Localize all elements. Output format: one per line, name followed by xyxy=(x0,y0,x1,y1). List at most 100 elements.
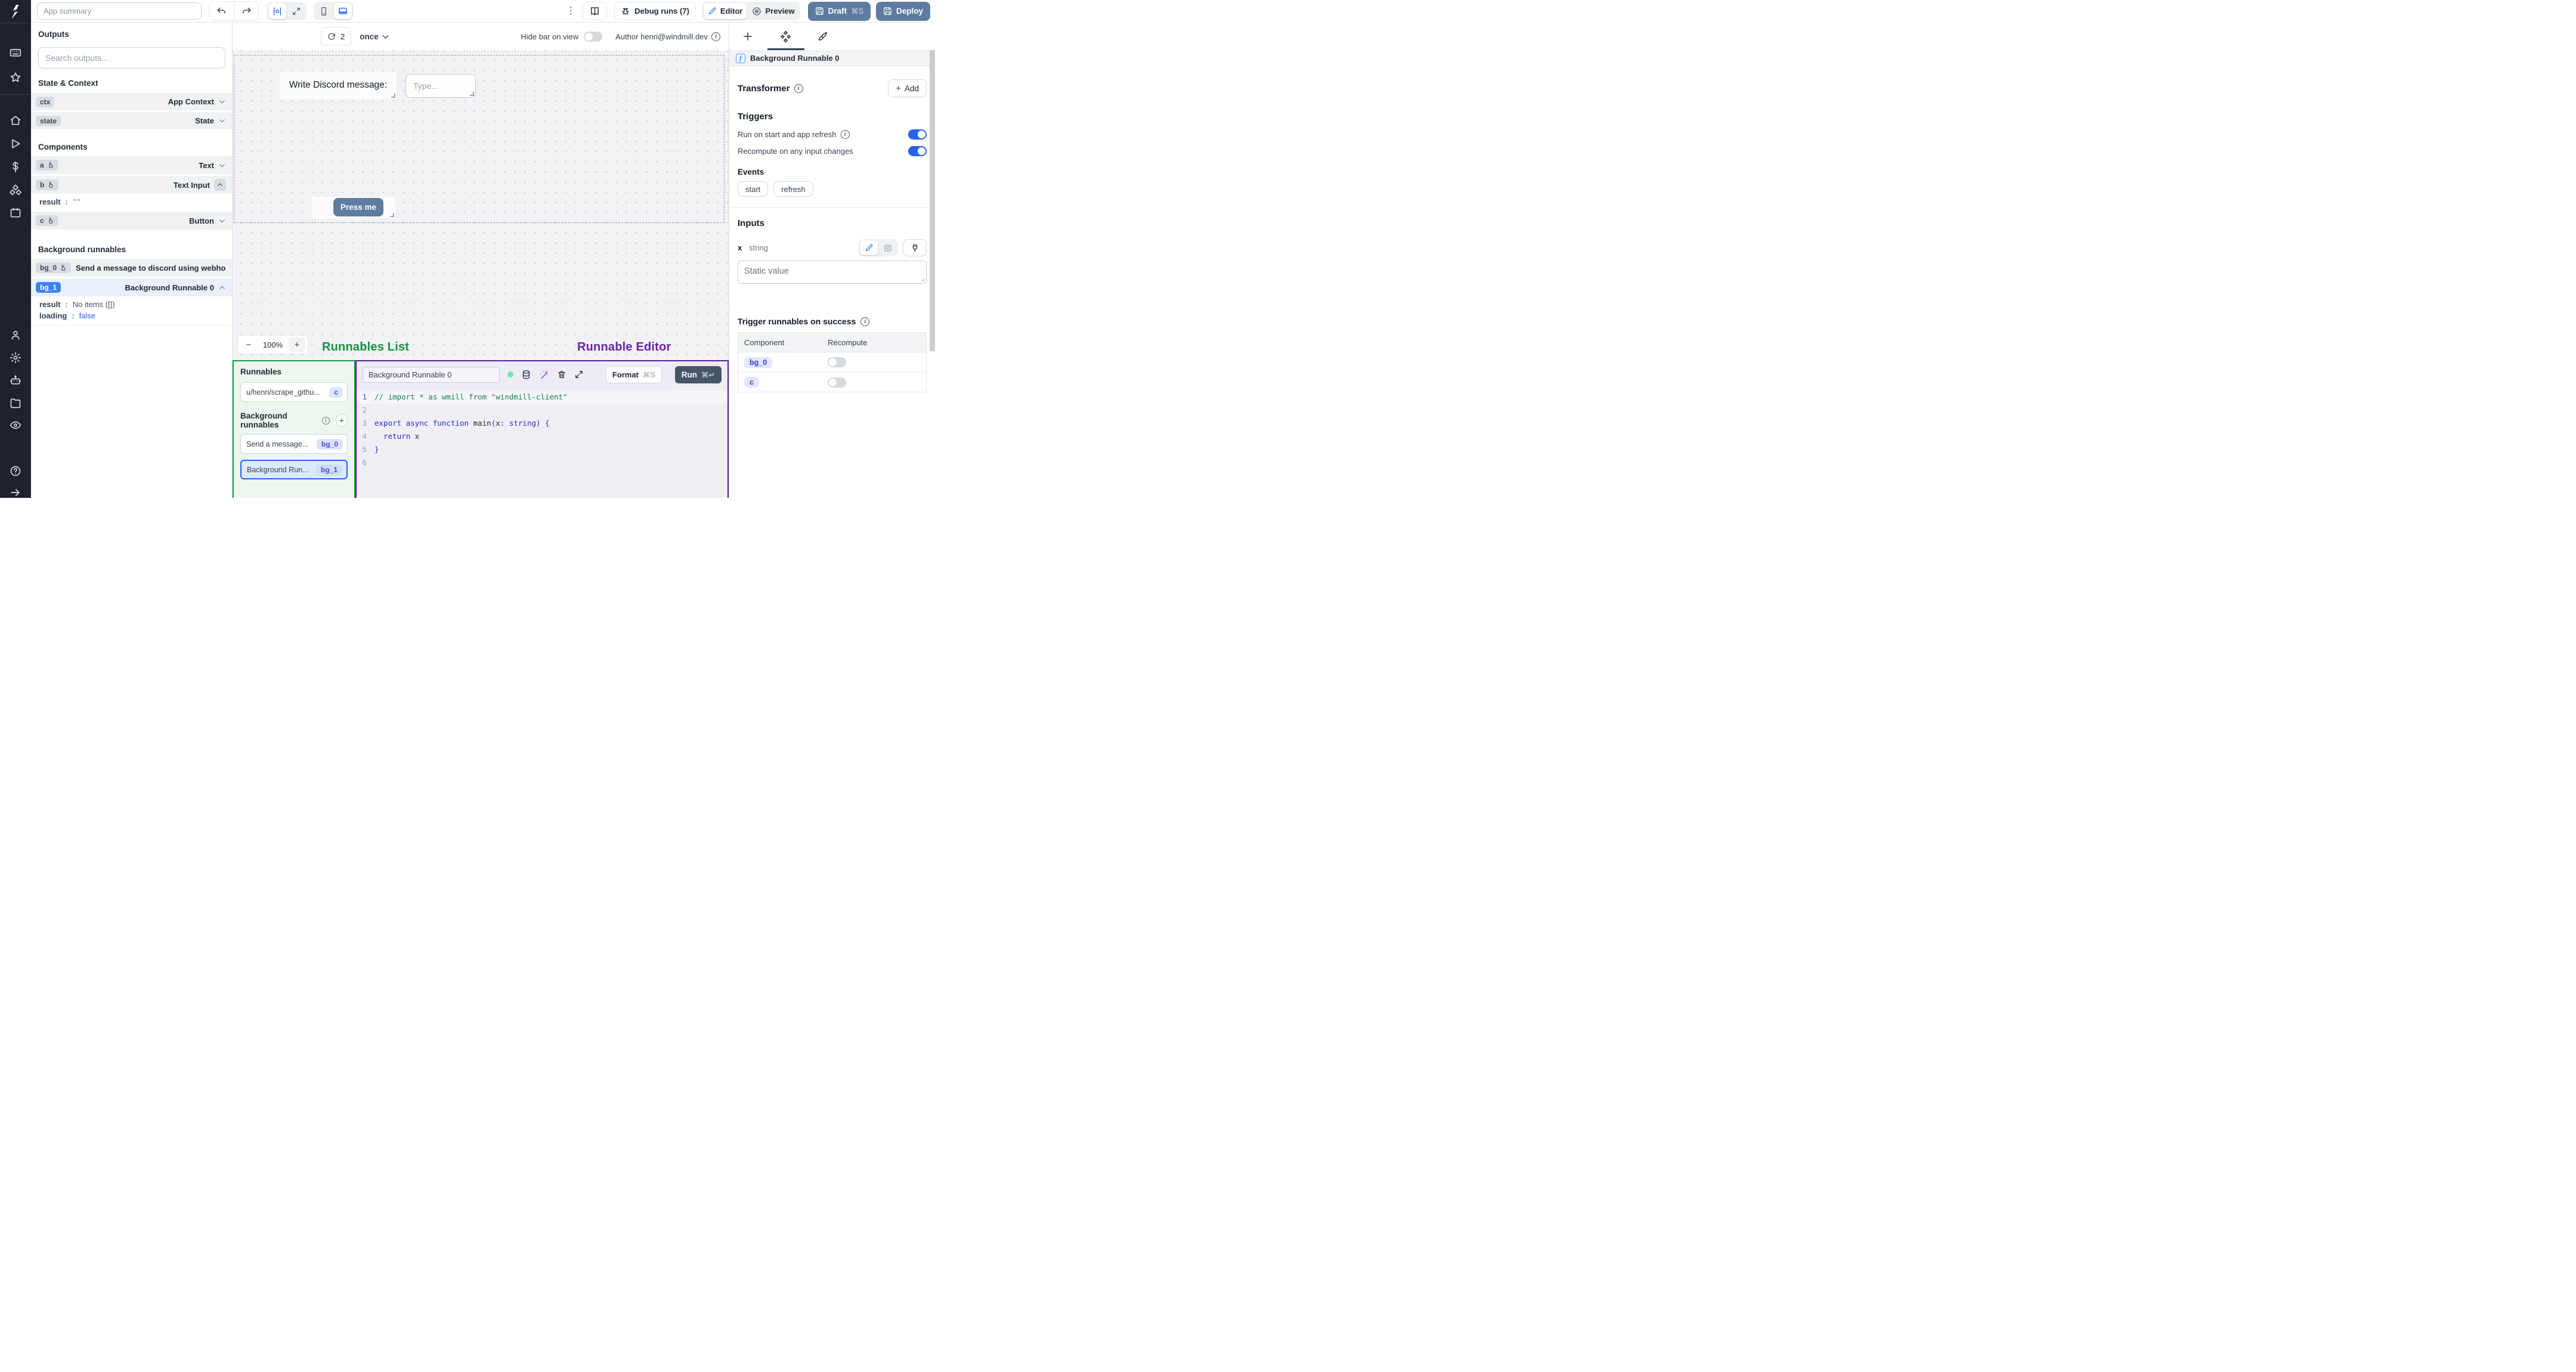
center-layout-button[interactable] xyxy=(268,3,286,19)
text-component-a[interactable]: Write Discord message: xyxy=(280,72,397,99)
eye-icon[interactable] xyxy=(10,419,21,431)
resize-handle[interactable] xyxy=(390,213,394,217)
button-component-c[interactable]: Press me xyxy=(312,197,395,218)
result-key: result xyxy=(39,197,61,206)
info-icon[interactable]: i xyxy=(860,317,870,326)
chevron-down-icon[interactable] xyxy=(218,98,226,106)
desktop-view-button[interactable] xyxy=(334,3,352,19)
code-line[interactable]: 6 xyxy=(357,456,727,469)
mobile-view-button[interactable] xyxy=(315,3,333,19)
scrollbar-thumb[interactable] xyxy=(930,50,935,351)
info-icon[interactable]: i xyxy=(840,130,850,139)
help-icon[interactable] xyxy=(10,465,21,477)
info-icon[interactable]: i xyxy=(711,32,720,41)
resize-handle[interactable] xyxy=(470,92,474,96)
undo-button[interactable] xyxy=(209,2,234,20)
hide-bar-toggle[interactable] xyxy=(584,31,603,42)
runnable-item-c[interactable]: u/henri/scrape_githu... c xyxy=(240,382,348,402)
deploy-button[interactable]: Deploy xyxy=(875,1,930,21)
expand-layout-button[interactable] xyxy=(287,3,305,19)
variables-icon[interactable] xyxy=(10,161,21,173)
connect-plug-button[interactable] xyxy=(903,239,927,256)
app-summary-input[interactable] xyxy=(37,2,202,20)
robot-icon[interactable] xyxy=(10,374,21,386)
search-outputs-input[interactable] xyxy=(38,47,225,69)
event-pill-refresh[interactable]: refresh xyxy=(773,181,813,197)
tab-editor[interactable]: Editor xyxy=(703,3,747,19)
component-badge[interactable]: c xyxy=(744,377,759,388)
cache-database-icon[interactable] xyxy=(521,370,531,380)
runnable-item-bg0[interactable]: Send a message... bg_0 xyxy=(240,434,348,454)
draft-button[interactable]: Draft ⌘S xyxy=(807,1,871,21)
eval-mode-button[interactable] xyxy=(879,240,897,255)
refresh-count-button[interactable]: 2 xyxy=(321,27,352,45)
chevron-down-icon[interactable] xyxy=(218,162,226,169)
folder-icon[interactable] xyxy=(10,397,21,409)
tab-component-settings[interactable] xyxy=(780,30,791,42)
event-pill-start[interactable]: start xyxy=(738,181,769,197)
resources-icon[interactable] xyxy=(10,184,21,196)
output-row-bg0[interactable]: bg_0 Send a message to discord using web… xyxy=(31,259,232,277)
runnable-name-input[interactable] xyxy=(363,366,500,383)
resize-handle[interactable] xyxy=(391,94,395,98)
output-row-a[interactable]: a Text xyxy=(31,156,232,174)
star-icon[interactable] xyxy=(10,72,21,83)
output-row-c[interactable]: c Button xyxy=(31,212,232,230)
press-me-button[interactable]: Press me xyxy=(333,198,383,216)
tab-styling[interactable] xyxy=(818,31,828,42)
ai-wand-icon[interactable] xyxy=(539,370,549,380)
tab-add-component[interactable] xyxy=(742,31,753,42)
chevron-down-icon[interactable] xyxy=(218,217,226,225)
run-on-start-toggle[interactable] xyxy=(908,129,927,140)
code-line[interactable]: 4 return x xyxy=(357,430,727,443)
recompute-toggle-bg0[interactable] xyxy=(828,357,846,367)
collapse-arrow-icon[interactable] xyxy=(10,487,21,498)
hand-pointer-icon xyxy=(49,182,54,188)
workers-icon[interactable] xyxy=(10,329,21,341)
static-mode-button[interactable] xyxy=(860,240,878,255)
redo-button[interactable] xyxy=(234,2,258,20)
info-icon[interactable]: i xyxy=(794,83,803,93)
settings-gear-icon[interactable] xyxy=(10,352,21,364)
component-badge[interactable]: bg_0 xyxy=(744,357,773,368)
chevron-down-icon[interactable] xyxy=(218,117,226,125)
delete-trash-icon[interactable] xyxy=(557,370,566,379)
run-button[interactable]: Run ⌘↵ xyxy=(674,366,722,383)
runnable-item-bg1-selected[interactable]: Background Run... bg_1 xyxy=(240,460,348,479)
code-editor[interactable]: 1// import * as wmill from "windmill-cli… xyxy=(357,388,727,498)
zoom-out-button[interactable]: − xyxy=(240,337,257,352)
hand-pointer-icon xyxy=(61,265,66,271)
expand-editor-icon[interactable] xyxy=(574,370,584,379)
info-icon[interactable]: i xyxy=(322,416,330,425)
schedules-icon[interactable] xyxy=(10,207,21,219)
code-line[interactable]: 2 xyxy=(357,404,727,417)
zoom-in-button[interactable]: + xyxy=(289,337,305,352)
output-row-bg1[interactable]: bg_1 Background Runnable 0 xyxy=(31,278,232,296)
output-row-b[interactable]: b Text Input xyxy=(31,176,232,194)
text-input-component-b[interactable]: Type... xyxy=(405,74,476,98)
recompute-toggle-c[interactable] xyxy=(828,377,846,388)
selected-runnable-header[interactable]: f Background Runnable 0 xyxy=(729,50,935,66)
debug-runs-button[interactable]: Debug runs (7) xyxy=(614,2,696,20)
windmill-logo-icon[interactable] xyxy=(8,4,23,20)
tab-preview[interactable]: Preview xyxy=(748,3,798,19)
keypad-icon[interactable] xyxy=(10,47,21,58)
static-value-textarea[interactable]: Static value xyxy=(738,261,927,284)
chevron-up-icon[interactable] xyxy=(214,179,226,191)
add-transformer-button[interactable]: + Add xyxy=(888,79,927,97)
frequency-dropdown[interactable]: once xyxy=(360,32,390,41)
runs-icon[interactable] xyxy=(10,138,21,150)
output-row-state[interactable]: state State xyxy=(31,112,232,129)
chevron-up-icon[interactable] xyxy=(218,284,226,292)
more-menu-button[interactable]: ⋮ xyxy=(566,6,575,16)
output-row-ctx[interactable]: ctx App Context xyxy=(31,93,232,110)
home-icon[interactable] xyxy=(10,114,21,126)
code-line[interactable]: 5} xyxy=(357,443,727,456)
recompute-toggle[interactable] xyxy=(908,146,927,156)
code-line[interactable]: 3 export async function main(x: string) { xyxy=(357,417,727,430)
add-runnable-button[interactable]: + xyxy=(336,414,348,427)
format-button[interactable]: Format ⌘S xyxy=(605,366,662,383)
runnable-item-label: u/henri/scrape_githu... xyxy=(246,388,320,397)
docs-button[interactable] xyxy=(583,2,608,20)
code-line[interactable]: 1// import * as wmill from "windmill-cli… xyxy=(357,391,727,404)
